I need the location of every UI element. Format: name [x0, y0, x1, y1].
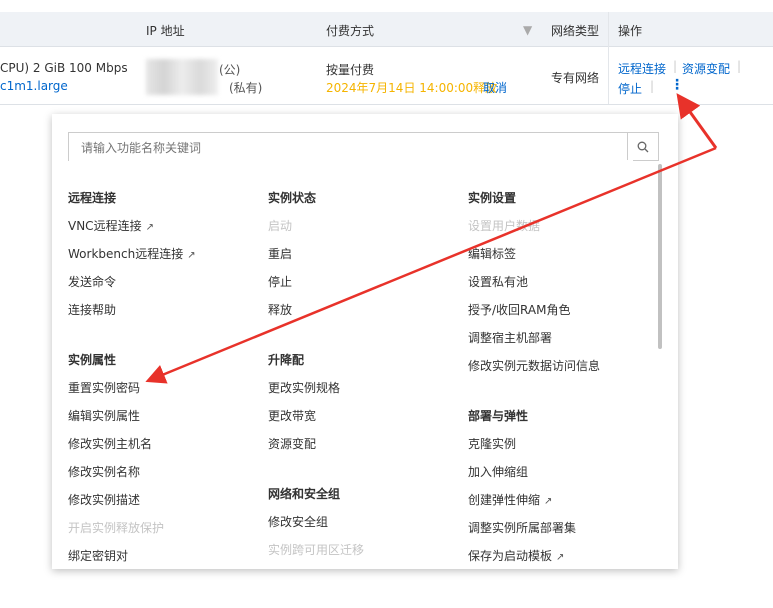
arrow-to-reset-password: [145, 146, 717, 384]
annotation-arrows: [145, 93, 718, 384]
arrow-to-more: [676, 93, 718, 149]
